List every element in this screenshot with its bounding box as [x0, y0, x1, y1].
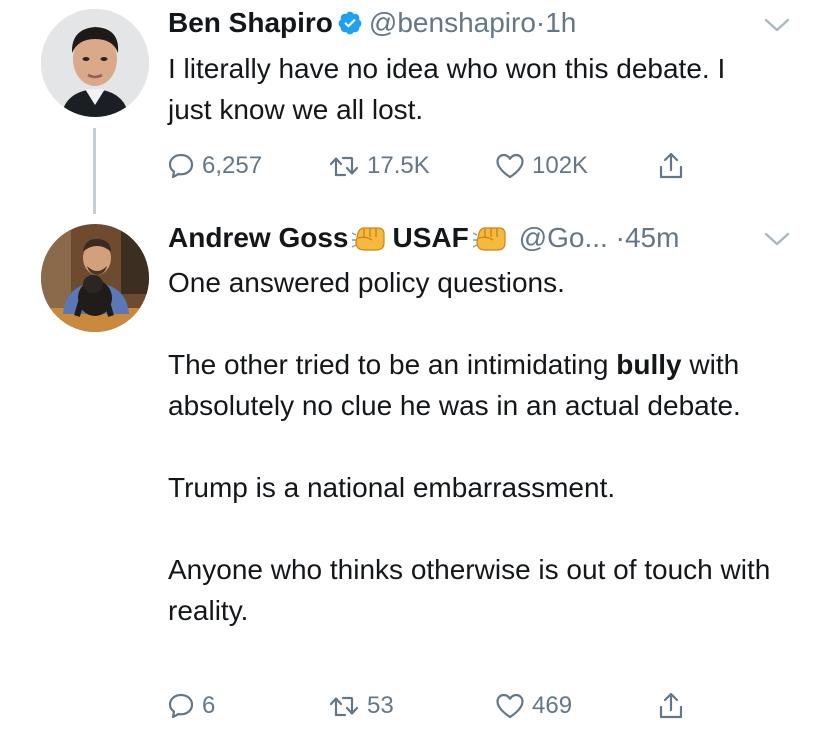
- avatar[interactable]: [41, 9, 149, 117]
- like-count: 469: [532, 692, 573, 719]
- author-handle[interactable]: @Go...: [519, 222, 608, 253]
- author-name-text: Andrew Goss: [168, 222, 349, 253]
- tweet-paragraph: Anyone who thinks otherwise is out of to…: [168, 554, 771, 626]
- share-icon: [656, 150, 686, 182]
- like-button[interactable]: 469: [494, 688, 572, 724]
- header-separator: ·: [615, 222, 625, 253]
- tweet-paragraph: The other tried to be an intimidating bu…: [168, 344, 808, 426]
- heart-icon: [494, 151, 526, 181]
- fist-bump-icon: [352, 223, 388, 261]
- reply-button[interactable]: 6: [166, 688, 215, 724]
- retweet-icon: [327, 151, 361, 181]
- tweet-text: One answered policy questions. The other…: [168, 262, 808, 631]
- author-name[interactable]: Ben Shapiro: [168, 7, 333, 38]
- chevron-down-icon[interactable]: [762, 228, 792, 250]
- author-handle[interactable]: @benshapiro: [369, 7, 536, 38]
- retweet-button[interactable]: 53: [327, 688, 394, 724]
- chevron-down-icon[interactable]: [762, 14, 792, 36]
- tweet-paragraph: I literally have no idea who won this de…: [168, 53, 726, 125]
- reply-count: 6: [202, 692, 216, 719]
- tweet-timestamp[interactable]: 45m: [625, 222, 679, 253]
- retweet-button[interactable]: 17.5K: [327, 148, 430, 184]
- bold-text: bully: [616, 349, 682, 380]
- fist-bump-icon: [472, 223, 509, 261]
- author-name[interactable]: Andrew Goss USAF: [168, 222, 513, 253]
- reply-icon: [166, 151, 196, 181]
- header-separator: ·: [535, 7, 546, 38]
- tweet-timestamp[interactable]: 1h: [545, 7, 576, 38]
- retweet-count: 53: [367, 692, 394, 719]
- verified-badge-icon: [337, 10, 363, 44]
- share-icon: [656, 690, 686, 722]
- like-button[interactable]: 102K: [494, 148, 588, 184]
- avatar-image: [41, 224, 149, 332]
- author-name-suffix: USAF: [392, 222, 469, 253]
- avatar-image: [41, 9, 149, 117]
- tweet-paragraph: Trump is a national embarrassment.: [168, 472, 616, 503]
- text-span: The other tried to be an intimidating: [168, 349, 617, 380]
- tweet-actions: 6 53 469: [166, 688, 706, 724]
- heart-icon: [494, 691, 526, 721]
- tweet-header: Ben Shapiro @benshapiro·1h: [168, 6, 576, 44]
- tweet-paragraph: One answered policy questions.: [168, 267, 565, 298]
- share-button[interactable]: [656, 688, 686, 724]
- share-button[interactable]: [656, 148, 686, 184]
- tweet-header: Andrew Goss USAF @Go... ·45m: [168, 221, 679, 261]
- thread-connector-line: [93, 128, 96, 214]
- reply-button[interactable]: 6,257: [166, 148, 262, 184]
- tweet-text: I literally have no idea who won this de…: [168, 48, 768, 130]
- like-count: 102K: [532, 152, 589, 179]
- retweet-count: 17.5K: [367, 152, 430, 179]
- tweet-actions: 6,257 17.5K 102K: [166, 148, 706, 184]
- retweet-icon: [327, 691, 361, 721]
- reply-count: 6,257: [202, 152, 263, 179]
- reply-icon: [166, 691, 196, 721]
- avatar[interactable]: [41, 224, 149, 332]
